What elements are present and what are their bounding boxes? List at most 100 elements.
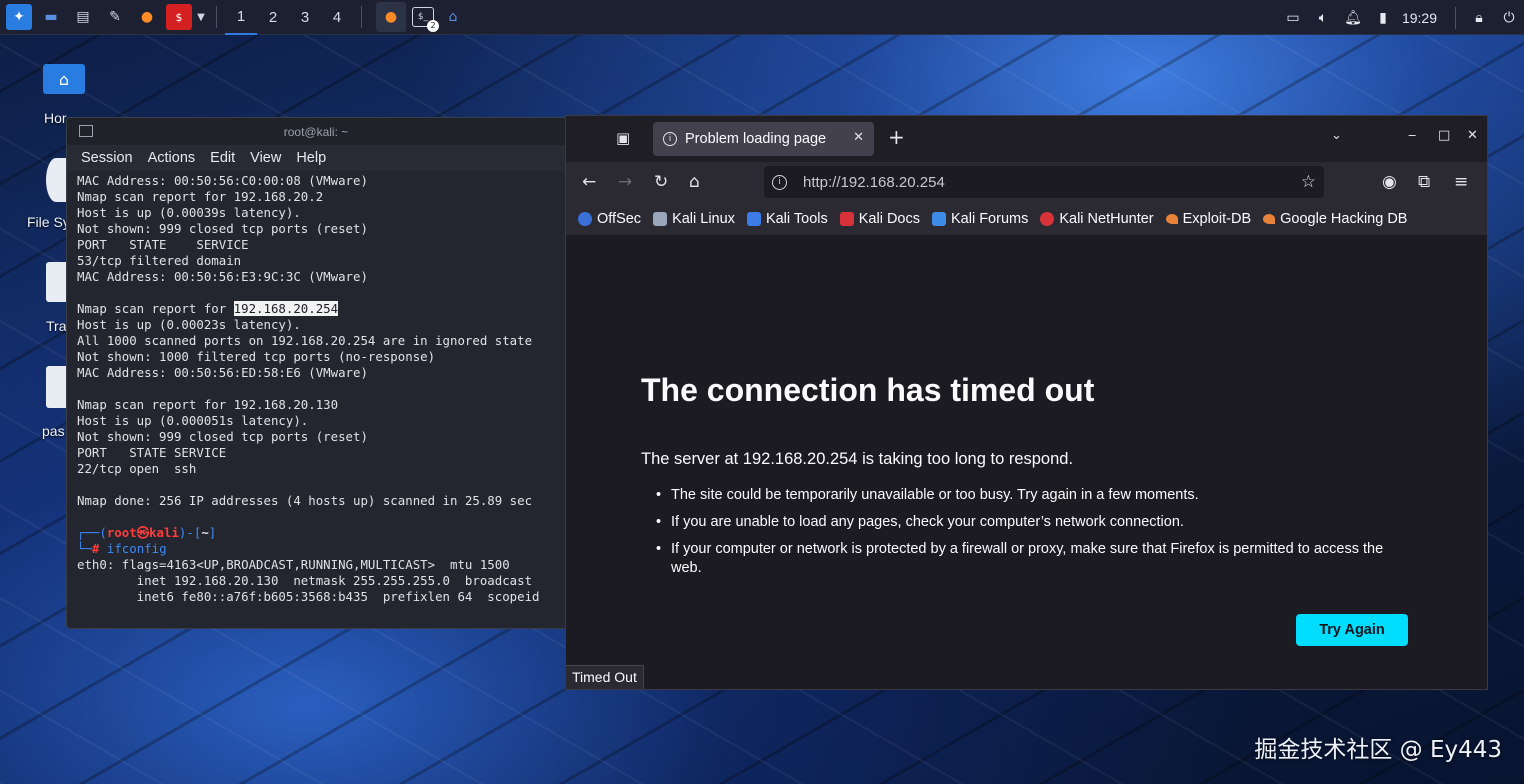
workspace-1[interactable]: 1 [225, 0, 257, 35]
file-icon[interactable] [46, 366, 66, 408]
tab-strip: ▣ i Problem loading page ✕ + ⌄ ‒ □ ✕ [566, 116, 1487, 162]
status-bar: Timed Out [566, 665, 644, 689]
terminal-window[interactable]: root@kali: ~ Session Actions Edit View H… [66, 117, 566, 629]
terminal-output[interactable]: MAC Address: 00:50:56:C0:00:08 (VMware) N… [67, 171, 565, 605]
home-icon[interactable]: ⌂ [43, 64, 85, 94]
kali-dragon-icon [653, 211, 668, 226]
filesystem-icon[interactable] [46, 158, 66, 202]
terminal-line: Nmap scan report for 192.168.20.2 [77, 189, 324, 204]
bookmark-kali-docs[interactable]: Kali Docs [839, 211, 920, 227]
lock-icon[interactable]: 🔒︎ [1464, 10, 1494, 26]
taskbar-separator [216, 6, 217, 28]
desktop-label-filesystem[interactable]: File Sy [27, 214, 70, 230]
workspace-2[interactable]: 2 [257, 0, 289, 35]
menu-edit[interactable]: Edit [210, 150, 235, 166]
taskbar-separator [1455, 6, 1456, 29]
show-desktop-icon[interactable]: ▬ [38, 4, 64, 30]
file-manager-icon[interactable]: ▤ [70, 4, 96, 30]
page-content: The connection has timed out The server … [566, 236, 1487, 689]
watermark: 掘金技术社区 @ Ey443 [1254, 737, 1502, 763]
navigation-toolbar: ← → ↻ ⌂ i http://192.168.20.254 ☆ ◉ ⧉ ≡ [566, 162, 1487, 202]
menu-help[interactable]: Help [296, 150, 326, 166]
menu-icon[interactable]: ≡ [1454, 172, 1468, 192]
desktop-label-trash[interactable]: Tra [46, 318, 66, 334]
site-info-icon[interactable]: i [772, 174, 787, 190]
terminal-icon [79, 125, 93, 137]
close-tab-icon[interactable]: ✕ [853, 130, 864, 145]
workspace-4[interactable]: 4 [321, 0, 353, 35]
account-icon[interactable]: ◉ [1382, 172, 1397, 192]
text-editor-icon[interactable]: ✎ [102, 4, 128, 30]
display-icon[interactable]: ▭ [1278, 10, 1308, 26]
menu-actions[interactable]: Actions [148, 150, 196, 166]
menu-session[interactable]: Session [81, 150, 133, 166]
extensions-icon[interactable]: ⧉ [1418, 172, 1430, 192]
maximize-icon[interactable]: □ [1438, 128, 1450, 143]
terminal-window-icon[interactable]: $_ 2 [412, 7, 439, 32]
scan-report-prefix: Nmap scan report for [77, 301, 234, 316]
terminal-line: PORT STATE SERVICE [77, 445, 227, 460]
offsec-icon [578, 211, 592, 226]
bookmark-kali-forums[interactable]: Kali Forums [931, 211, 1028, 227]
terminal-command: ifconfig [106, 541, 167, 556]
firefox-window-icon[interactable]: ● [376, 2, 406, 32]
terminal-line-highlighted: Nmap scan report for 192.168.20.254 [77, 301, 565, 317]
new-tab-icon[interactable]: + [888, 125, 905, 149]
kali-menu-icon[interactable]: ✦ [6, 4, 32, 30]
list-tabs-icon[interactable]: ⌄ [1331, 128, 1342, 143]
url-bar[interactable]: i http://192.168.20.254 ☆ [764, 166, 1324, 198]
home-folder-window-icon[interactable]: ⌂ [440, 4, 466, 30]
url-text[interactable]: http://192.168.20.254 [803, 174, 945, 191]
prompt-dir: ~ [201, 525, 209, 540]
close-window-icon[interactable]: ✕ [1467, 128, 1478, 143]
notification-bell-icon[interactable]: 🔔︎ [1338, 10, 1368, 26]
volume-icon[interactable]: 🔈︎ [1308, 10, 1338, 26]
bookmark-kali-nethunter[interactable]: Kali NetHunter [1040, 211, 1154, 227]
firefox-window[interactable]: ▣ i Problem loading page ✕ + ⌄ ‒ □ ✕ ← →… [565, 115, 1488, 690]
terminal-launcher-icon[interactable]: $ [166, 4, 192, 30]
clock[interactable]: 19:29 [1402, 10, 1437, 26]
trash-icon[interactable] [46, 262, 66, 302]
info-icon: i [663, 132, 677, 146]
menu-view[interactable]: View [250, 150, 281, 166]
bookmark-offsec[interactable]: OffSec [578, 211, 641, 227]
firefox-view-icon[interactable]: ▣ [616, 129, 630, 147]
terminal-prompt: ┌──(root㉿kali)-[~] [77, 525, 217, 540]
minimize-icon[interactable]: ‒ [1408, 128, 1416, 143]
terminal-line: inet 192.168.20.130 netmask 255.255.255.… [77, 573, 533, 588]
try-again-button[interactable]: Try Again [1296, 614, 1408, 646]
workspace-3[interactable]: 3 [289, 0, 321, 35]
error-title: The connection has timed out [641, 372, 1095, 408]
bookmark-google-hacking-db[interactable]: Google Hacking DB [1263, 211, 1407, 227]
prompt-at: ㉿ [136, 525, 150, 540]
battery-icon[interactable]: ▮ [1368, 10, 1398, 26]
kali-docs-icon [839, 211, 854, 226]
terminal-title: root@kali: ~ [283, 124, 349, 139]
chevron-down-icon[interactable]: ▼ [194, 4, 208, 30]
power-icon[interactable]: ⏻ [1494, 10, 1524, 26]
back-icon[interactable]: ← [582, 172, 596, 192]
terminal-line: Not shown: 999 closed tcp ports (reset) [77, 221, 368, 236]
reload-icon[interactable]: ↻ [654, 172, 668, 192]
terminal-line: Nmap done: 256 IP addresses (4 hosts up)… [77, 493, 533, 508]
bookmark-kali-linux[interactable]: Kali Linux [653, 211, 735, 227]
bookmark-exploit-db[interactable]: Exploit-DB [1165, 211, 1251, 227]
taskbar: ✦ ▬ ▤ ✎ ● $ ▼ 1 2 3 4 ● $_ 2 ⌂ ▭ 🔈︎ 🔔︎ ▮… [0, 0, 1524, 35]
firefox-launcher-icon[interactable]: ● [134, 4, 160, 30]
terminal-command-line: └─# ifconfig [77, 541, 167, 556]
ghdb-icon [1263, 213, 1276, 224]
forward-icon: → [618, 172, 633, 192]
window-count-badge: 2 [427, 20, 439, 32]
tab-title: Problem loading page [685, 131, 827, 147]
bookmark-star-icon[interactable]: ☆ [1301, 172, 1316, 192]
tab-problem-loading[interactable]: i Problem loading page ✕ [653, 122, 874, 156]
desktop-label-pas[interactable]: pas [42, 423, 65, 439]
desktop-label-home[interactable]: Hor [44, 110, 67, 126]
home-icon[interactable]: ⌂ [689, 172, 700, 192]
nethunter-icon [1040, 211, 1055, 226]
terminal-titlebar[interactable]: root@kali: ~ [67, 118, 565, 145]
list-item: The site could be temporarily unavailabl… [656, 486, 1416, 505]
bookmark-kali-tools[interactable]: Kali Tools [746, 211, 828, 227]
